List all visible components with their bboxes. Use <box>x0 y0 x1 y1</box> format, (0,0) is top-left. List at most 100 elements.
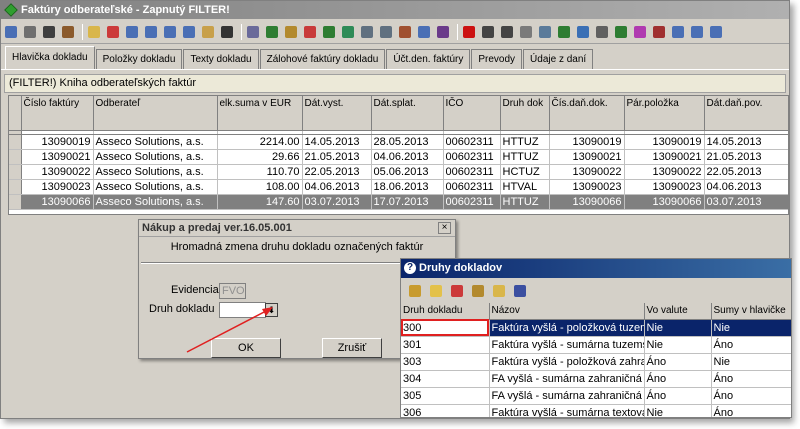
print-icon[interactable] <box>480 24 496 40</box>
tree-icon[interactable] <box>283 24 299 40</box>
list-cell[interactable]: Nie <box>644 336 712 354</box>
grid-icon[interactable] <box>359 24 375 40</box>
table-cell[interactable]: 29.66 <box>217 149 303 165</box>
table-cell[interactable]: 13090021 <box>624 149 705 165</box>
new-icon[interactable] <box>3 24 19 40</box>
table-cell[interactable]: 00602311 <box>443 164 501 180</box>
tools-icon[interactable] <box>105 24 121 40</box>
filter-icon[interactable] <box>428 283 444 299</box>
table-cell[interactable]: 21.05.2013 <box>302 149 372 165</box>
tab-5[interactable]: Prevody <box>471 49 523 69</box>
tab-0[interactable]: Hlavička dokladu <box>5 46 95 69</box>
grid-column-header[interactable]: Pár.položka <box>624 96 705 131</box>
list-cell[interactable]: FA vyšlá - sumárna zahraničná t <box>489 370 645 388</box>
tab-3[interactable]: Zálohové faktúry dokladu <box>259 49 386 69</box>
list-cell[interactable]: Nie <box>711 353 791 371</box>
list-cell[interactable]: Áno <box>711 387 791 405</box>
list-cell[interactable]: 305 <box>401 387 490 405</box>
table-cell[interactable]: 03.07.2013 <box>302 194 372 210</box>
grid-column-header[interactable]: Odberateľ <box>93 96 218 131</box>
table-cell[interactable]: 00602311 <box>443 194 501 210</box>
popup-column-header[interactable]: Sumy v hlavičke <box>711 303 791 320</box>
table-cell[interactable]: HTVAL <box>500 179 550 195</box>
list-cell[interactable]: Áno <box>644 387 712 405</box>
table-icon[interactable] <box>416 24 432 40</box>
popup-column-header[interactable]: Druh dokladu <box>401 303 490 320</box>
table-cell[interactable]: 13090021 <box>21 149 94 165</box>
cancel-button[interactable]: Zrušiť <box>322 338 382 358</box>
help2-icon[interactable] <box>689 24 705 40</box>
list-item[interactable]: 306 Faktúra vyšlá - sumárna textová Nie Áno <box>401 404 791 417</box>
table-cell[interactable]: 13090066 <box>21 194 94 210</box>
structure-icon[interactable] <box>435 24 451 40</box>
table-cell[interactable]: 04.06.2013 <box>371 149 444 165</box>
grid-column-header[interactable]: Dát.vyst. <box>302 96 372 131</box>
check-icon[interactable] <box>407 283 423 299</box>
list-cell[interactable]: Áno <box>644 353 712 371</box>
table-cell[interactable]: Asseco Solutions, a.s. <box>93 164 218 180</box>
tab-4[interactable]: Účt.den. faktúry <box>386 49 471 69</box>
table-cell[interactable]: 13090022 <box>21 164 94 180</box>
record-icon[interactable] <box>461 24 477 40</box>
list-item[interactable]: 301 Faktúra vyšlá - sumárna tuzems Nie Áno <box>401 336 791 354</box>
table-cell[interactable]: Asseco Solutions, a.s. <box>93 134 218 150</box>
popup-column-header[interactable]: Vo valute <box>644 303 712 320</box>
table-cell[interactable]: 03.07.2013 <box>704 194 788 210</box>
list-cell[interactable]: Nie <box>711 319 791 337</box>
table-cell[interactable]: 04.06.2013 <box>704 179 788 195</box>
table-row[interactable]: 13090066 Asseco Solutions, a.s. 147.60 03.0… <box>9 194 788 210</box>
table-cell[interactable]: HTTUZ <box>500 194 550 210</box>
list-cell[interactable]: 304 <box>401 370 490 388</box>
next-icon[interactable] <box>162 24 178 40</box>
exit-icon[interactable] <box>670 24 686 40</box>
table-cell[interactable]: 13090021 <box>549 149 625 165</box>
table-row[interactable]: 13090021 Asseco Solutions, a.s. 29.66 21.05… <box>9 149 788 165</box>
table-cell[interactable]: 22.05.2013 <box>302 164 372 180</box>
table-cell[interactable]: 13090019 <box>624 134 705 150</box>
table-cell[interactable]: 13090023 <box>549 179 625 195</box>
table-cell[interactable]: 13090023 <box>21 179 94 195</box>
dropdown-arrow-icon[interactable]: ⬇ <box>265 303 278 317</box>
row-indicator[interactable] <box>9 149 22 165</box>
table-cell[interactable]: HTTUZ <box>500 149 550 165</box>
table-cell[interactable]: 05.06.2013 <box>371 164 444 180</box>
ok-button[interactable]: OK <box>211 338 281 358</box>
copy-icon[interactable] <box>22 24 38 40</box>
export-icon[interactable] <box>397 24 413 40</box>
list-cell[interactable]: Áno <box>711 336 791 354</box>
table-cell[interactable]: HCTUZ <box>500 164 550 180</box>
filter-icon[interactable] <box>86 24 102 40</box>
list-item[interactable]: 300 Faktúra vyšlá - položková tuzem Nie Nie <box>401 319 791 337</box>
row-indicator[interactable] <box>9 134 22 150</box>
table-cell[interactable]: 00602311 <box>443 149 501 165</box>
tab-2[interactable]: Texty dokladu <box>183 49 259 69</box>
list-item[interactable]: 303 Faktúra vyšlá - položková zahrai Áno Ni… <box>401 353 791 371</box>
list-cell[interactable]: 303 <box>401 353 490 371</box>
table-cell[interactable]: 13090066 <box>624 194 705 210</box>
table-cell[interactable]: 108.00 <box>217 179 303 195</box>
binoculars-icon[interactable] <box>245 24 261 40</box>
table-cell[interactable]: 00602311 <box>443 134 501 150</box>
doctype-list[interactable]: Druh dokladu Názov Vo valute Sumy v hlavičk… <box>401 303 791 417</box>
report-icon[interactable] <box>264 24 280 40</box>
settings-icon[interactable] <box>537 24 553 40</box>
last-icon[interactable] <box>181 24 197 40</box>
list-cell[interactable]: Nie <box>644 404 712 417</box>
table-cell[interactable]: 17.07.2013 <box>371 194 444 210</box>
copy-records-icon[interactable] <box>491 283 507 299</box>
calculator-icon[interactable] <box>200 24 216 40</box>
table-cell[interactable]: 13090022 <box>624 164 705 180</box>
list-cell[interactable]: Faktúra vyšlá - sumárna textová <box>489 404 645 417</box>
grid-column-header[interactable]: Druh dok <box>500 96 550 131</box>
row-indicator[interactable] <box>9 179 22 195</box>
grid-column-header[interactable]: Dát.splat. <box>371 96 444 131</box>
table-cell[interactable]: HTTUZ <box>500 134 550 150</box>
table-cell[interactable]: 04.06.2013 <box>302 179 372 195</box>
scissors-icon[interactable] <box>518 24 534 40</box>
table-cell[interactable]: 18.06.2013 <box>371 179 444 195</box>
tab-6[interactable]: Údaje z daní <box>523 49 594 69</box>
color-icon[interactable] <box>632 24 648 40</box>
list-cell[interactable]: 300 <box>401 319 490 337</box>
table-cell[interactable]: 22.05.2013 <box>704 164 788 180</box>
archive-icon[interactable] <box>60 24 76 40</box>
